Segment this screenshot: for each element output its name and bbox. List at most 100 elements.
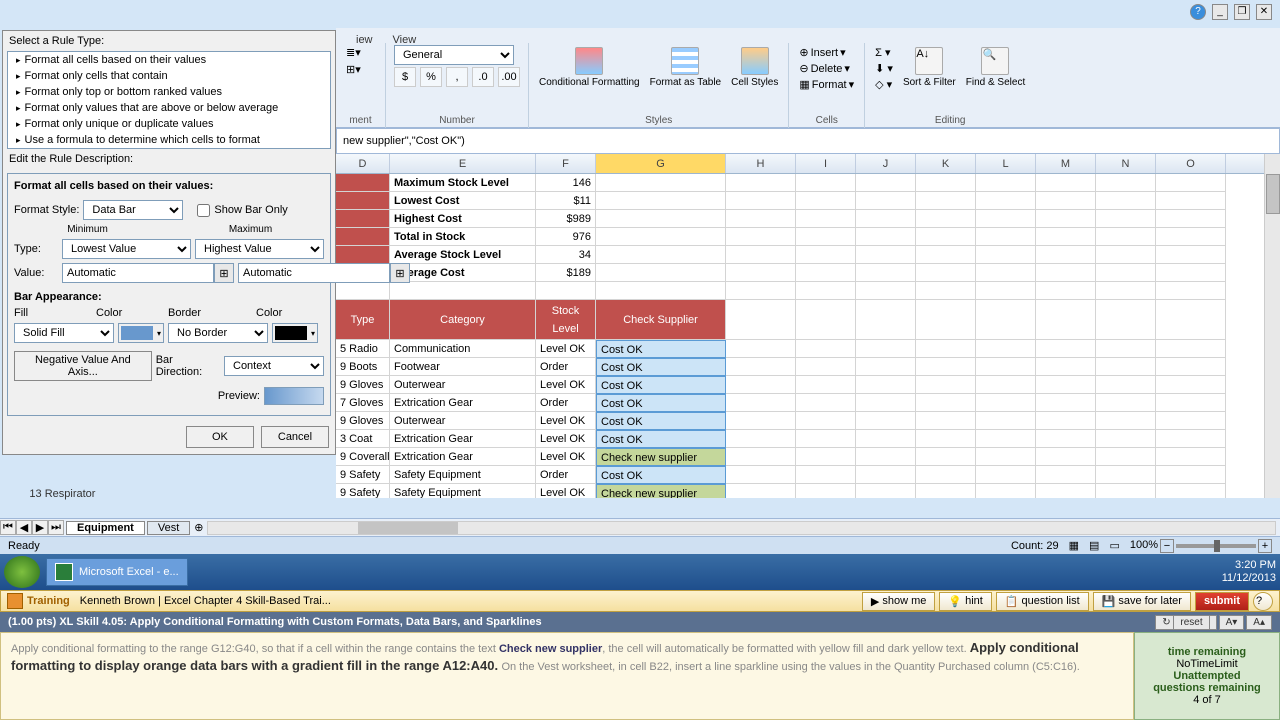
view-layout-icon[interactable]: ▤ — [1089, 539, 1099, 552]
cancel-button[interactable]: Cancel — [261, 426, 329, 448]
rule-type-item[interactable]: Format only values that are above or bel… — [8, 100, 330, 116]
column-header[interactable]: J — [856, 154, 916, 173]
font-smaller-icon[interactable]: A▾ — [1219, 615, 1245, 630]
rule-type-item[interactable]: Use a formula to determine which cells t… — [8, 132, 330, 148]
rule-type-item[interactable]: Format only unique or duplicate values — [8, 116, 330, 132]
ok-button[interactable]: OK — [186, 426, 254, 448]
decrease-decimal-icon[interactable]: .00 — [498, 67, 520, 87]
edit-rule-description-label: Edit the Rule Description: — [3, 149, 335, 169]
question-body: Apply conditional formatting to the rang… — [0, 632, 1134, 720]
fill-color-picker[interactable] — [118, 323, 164, 343]
range-picker-icon[interactable]: ⊞ — [214, 263, 234, 283]
submit-button[interactable]: submit — [1195, 592, 1249, 611]
view-normal-icon[interactable]: ▦ — [1069, 539, 1079, 552]
rule-type-item[interactable]: Format only top or bottom ranked values — [8, 84, 330, 100]
find-select-button[interactable]: 🔍Find & Select — [964, 45, 1027, 90]
increase-decimal-icon[interactable]: .0 — [472, 67, 494, 87]
column-header[interactable]: K — [916, 154, 976, 173]
column-header[interactable]: E — [390, 154, 536, 173]
fill-select[interactable]: Solid Fill — [14, 323, 114, 343]
ribbon-tab-view[interactable]: View — [393, 34, 417, 46]
min-value-input[interactable] — [62, 263, 214, 283]
fill-icon[interactable]: ⬇ ▾ — [873, 61, 895, 76]
ribbon-tab-partial[interactable]: iew — [356, 34, 373, 46]
questions-remaining-value: 4 of 7 — [1193, 694, 1221, 706]
font-larger-icon[interactable]: A▴ — [1246, 615, 1272, 630]
sheet-tab-equipment[interactable]: Equipment — [66, 521, 145, 535]
close-icon[interactable]: ✕ — [1256, 4, 1272, 20]
show-me-button[interactable]: ▶ show me — [862, 592, 936, 611]
time-remaining-value: NoTimeLimit — [1176, 658, 1237, 670]
sheet-tab-vest[interactable]: Vest — [147, 521, 190, 535]
horizontal-scrollbar[interactable] — [207, 521, 1276, 535]
bar-direction-select[interactable]: Context — [224, 356, 324, 376]
sheet-nav-next-icon[interactable]: ▶ — [32, 520, 48, 535]
formula-bar[interactable]: new supplier","Cost OK") — [336, 128, 1280, 154]
currency-icon[interactable]: $ — [394, 67, 416, 87]
border-color-picker[interactable] — [272, 323, 318, 343]
styles-group-label: Styles — [537, 115, 780, 126]
column-header[interactable]: F — [536, 154, 596, 173]
rule-type-item[interactable]: Format all cells based on their values — [8, 52, 330, 68]
column-header[interactable]: G — [596, 154, 726, 173]
merge-icon[interactable]: ⊞▾ — [344, 62, 363, 77]
column-header[interactable]: M — [1036, 154, 1096, 173]
alignment-label: ment — [344, 115, 377, 126]
select-rule-type-label: Select a Rule Type: — [3, 31, 335, 51]
sheet-nav-last-icon[interactable]: ⏭ — [48, 520, 64, 535]
view-break-icon[interactable]: ▭ — [1109, 539, 1119, 552]
restore-icon[interactable]: ❐ — [1234, 4, 1250, 20]
wrap-text-icon[interactable]: ≣▾ — [344, 45, 363, 60]
border-select[interactable]: No Border — [168, 323, 268, 343]
column-header[interactable]: H — [726, 154, 796, 173]
negative-value-button[interactable]: Negative Value And Axis... — [14, 351, 152, 381]
reset-button[interactable]: ↻ reset — [1155, 615, 1216, 630]
format-button[interactable]: ▦ Format ▾ — [797, 77, 856, 92]
start-button[interactable] — [4, 556, 40, 588]
taskbar-excel[interactable]: Microsoft Excel - e... — [46, 558, 188, 586]
zoom-slider[interactable] — [1176, 544, 1256, 548]
range-picker-icon[interactable]: ⊞ — [390, 263, 410, 283]
format-style-select[interactable]: Data Bar — [83, 200, 183, 220]
vertical-scrollbar[interactable] — [1264, 154, 1280, 498]
comma-icon[interactable]: , — [446, 67, 468, 87]
percent-icon[interactable]: % — [420, 67, 442, 87]
column-header[interactable]: D — [336, 154, 390, 173]
border-label: Border — [168, 307, 240, 319]
clear-icon[interactable]: ◇ ▾ — [873, 77, 895, 92]
min-type-select[interactable]: Lowest Value — [62, 239, 191, 259]
windows-taskbar: Microsoft Excel - e... 3:20 PM11/12/2013 — [0, 554, 1280, 590]
number-format-select[interactable]: General — [394, 45, 514, 65]
training-bar: Training Kenneth Brown | Excel Chapter 4… — [0, 590, 1280, 612]
bar-direction-label: Bar Direction: — [156, 354, 220, 378]
column-header[interactable]: I — [796, 154, 856, 173]
hint-button[interactable]: 💡 hint — [939, 592, 991, 611]
column-header[interactable]: L — [976, 154, 1036, 173]
insert-button[interactable]: ⊕ Insert ▾ — [797, 45, 856, 60]
sheet-nav-first-icon[interactable]: ⏮ — [0, 520, 16, 535]
help-icon[interactable]: ? — [1190, 4, 1206, 20]
cell-styles-button[interactable]: Cell Styles — [729, 45, 780, 90]
column-header[interactable]: O — [1156, 154, 1226, 173]
zoom-in-icon[interactable]: + — [1258, 539, 1272, 553]
delete-button[interactable]: ⊖ Delete ▾ — [797, 61, 856, 76]
preview-swatch — [264, 387, 324, 405]
max-value-input[interactable] — [238, 263, 390, 283]
rule-type-item[interactable]: Format only cells that contain — [8, 68, 330, 84]
show-bar-only-checkbox[interactable]: Show Bar Only — [197, 204, 287, 217]
sort-filter-button[interactable]: A↓Sort & Filter — [901, 45, 958, 90]
max-type-select[interactable]: Highest Value — [195, 239, 324, 259]
spreadsheet-grid: DEFGHIJKLMNO Maximum Stock Level146Lowes… — [336, 154, 1280, 498]
new-sheet-icon[interactable]: ⊕ — [194, 521, 203, 534]
save-later-button[interactable]: 💾 save for later — [1093, 592, 1191, 611]
excel-icon — [55, 563, 73, 581]
column-header[interactable]: N — [1096, 154, 1156, 173]
format-as-table-button[interactable]: Format as Table — [648, 45, 724, 90]
question-list-button[interactable]: 📋 question list — [996, 592, 1089, 611]
zoom-out-icon[interactable]: − — [1160, 539, 1174, 553]
minimize-icon[interactable]: _ — [1212, 4, 1228, 20]
autosum-icon[interactable]: Σ ▾ — [873, 45, 895, 60]
conditional-formatting-button[interactable]: Conditional Formatting — [537, 45, 642, 90]
sheet-nav-prev-icon[interactable]: ◀ — [16, 520, 32, 535]
training-help-icon[interactable]: ? — [1253, 592, 1273, 611]
